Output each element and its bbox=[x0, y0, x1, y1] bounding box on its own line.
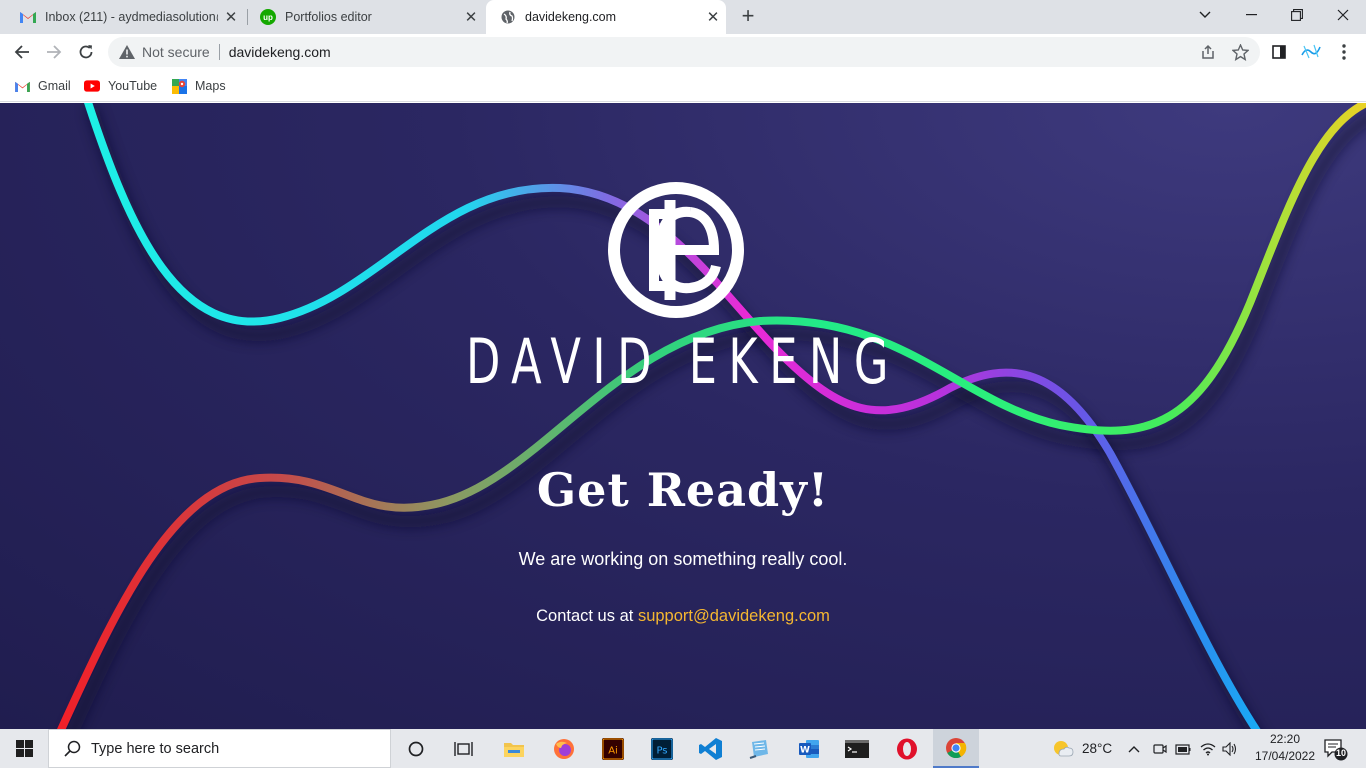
tagline: We are working on something really cool. bbox=[518, 549, 848, 569]
back-icon[interactable] bbox=[8, 38, 36, 66]
svg-text:Ps: Ps bbox=[656, 745, 667, 756]
volume-icon[interactable] bbox=[1222, 729, 1238, 768]
extension-icon[interactable] bbox=[1300, 41, 1322, 63]
task-view-icon[interactable] bbox=[441, 729, 487, 768]
weather-temperature: 28°C bbox=[1082, 741, 1113, 756]
terminal-icon[interactable] bbox=[834, 729, 880, 768]
bookmarks-bar: Gmail YouTube Maps bbox=[0, 70, 1366, 102]
contact-prefix: Contact us at bbox=[536, 607, 634, 625]
youtube-icon bbox=[84, 78, 100, 94]
minimize-icon[interactable] bbox=[1228, 0, 1274, 30]
share-icon[interactable] bbox=[1197, 41, 1219, 63]
illustrator-icon[interactable]: Ai bbox=[590, 729, 636, 768]
tab-portfolios-editor[interactable]: up Portfolios editor ✕ bbox=[246, 0, 484, 34]
bookmark-label: Gmail bbox=[38, 79, 71, 93]
tab-title: davidekeng.com bbox=[525, 10, 617, 24]
meet-now-icon[interactable] bbox=[1153, 729, 1167, 768]
new-tab-button[interactable]: + bbox=[736, 4, 760, 30]
url-divider bbox=[218, 44, 220, 60]
file-explorer-icon[interactable] bbox=[491, 729, 537, 768]
clock-date: 17/04/2022 bbox=[1254, 749, 1316, 763]
notification-center-icon[interactable]: 10 bbox=[1322, 737, 1348, 761]
search-placeholder: Type here to search bbox=[91, 740, 220, 757]
bookmark-youtube[interactable]: YouTube bbox=[84, 76, 157, 96]
close-tab-icon[interactable]: ✕ bbox=[700, 8, 726, 26]
notepad-icon[interactable] bbox=[736, 729, 782, 768]
globe-icon bbox=[500, 9, 516, 25]
chrome-icon[interactable] bbox=[933, 729, 979, 768]
photoshop-icon[interactable]: Ps bbox=[639, 729, 685, 768]
show-hidden-icons[interactable] bbox=[1128, 729, 1140, 768]
headline: Get Ready! bbox=[536, 463, 830, 517]
clock-time: 22:20 bbox=[1269, 732, 1301, 746]
contact-line: Contact us at support@davidekeng.com bbox=[0, 607, 1366, 626]
search-icon bbox=[63, 740, 81, 758]
gmail-icon bbox=[20, 9, 36, 25]
side-panel-icon[interactable] bbox=[1268, 41, 1290, 63]
firefox-icon[interactable] bbox=[541, 729, 587, 768]
close-tab-icon[interactable]: ✕ bbox=[218, 8, 244, 26]
tab-title: Inbox (211) - aydmediasolution@ bbox=[45, 10, 218, 24]
reload-icon[interactable] bbox=[72, 38, 100, 66]
bookmark-gmail[interactable]: Gmail bbox=[14, 76, 71, 96]
url-text[interactable]: davidekeng.com bbox=[229, 44, 331, 60]
brand-name: DAVID EKENG bbox=[466, 325, 900, 398]
word-icon[interactable]: W bbox=[786, 729, 832, 768]
warning-icon[interactable] bbox=[118, 45, 136, 59]
tab-davidekeng[interactable]: davidekeng.com ✕ bbox=[486, 0, 726, 34]
windows-taskbar: Type here to search Ai Ps W 28°C 22:20 1… bbox=[0, 729, 1366, 768]
bookmark-maps[interactable]: Maps bbox=[171, 76, 226, 96]
tab-title: Portfolios editor bbox=[285, 10, 372, 24]
notification-count: 10 bbox=[1335, 748, 1346, 758]
bookmark-label: YouTube bbox=[108, 79, 158, 93]
bookmark-star-icon[interactable] bbox=[1229, 41, 1251, 63]
taskbar-search-box[interactable]: Type here to search bbox=[48, 729, 391, 768]
forward-icon[interactable] bbox=[40, 38, 68, 66]
svg-text:W: W bbox=[800, 745, 810, 755]
security-label[interactable]: Not secure bbox=[142, 44, 210, 60]
gmail-icon bbox=[14, 78, 30, 94]
maps-icon bbox=[171, 78, 187, 94]
battery-icon[interactable] bbox=[1175, 729, 1191, 768]
close-tab-icon[interactable]: ✕ bbox=[458, 8, 484, 26]
landing-page: DAVID EKENG Get Ready! We are working on… bbox=[0, 103, 1366, 729]
weather-sun-icon bbox=[1052, 739, 1074, 759]
tab-gmail-inbox[interactable]: Inbox (211) - aydmediasolution@ ✕ bbox=[6, 0, 244, 34]
cortana-icon[interactable] bbox=[393, 729, 439, 768]
browser-toolbar: Not secure davidekeng.com bbox=[0, 34, 1366, 70]
address-bar[interactable]: Not secure davidekeng.com bbox=[108, 37, 1260, 67]
windows-start-icon[interactable] bbox=[0, 729, 48, 768]
system-clock[interactable]: 22:20 17/04/2022 bbox=[1252, 731, 1318, 765]
de-monogram-logo bbox=[608, 182, 744, 318]
tab-strip: Inbox (211) - aydmediasolution@ ✕ up Por… bbox=[0, 0, 1366, 34]
restore-icon[interactable] bbox=[1274, 0, 1320, 30]
upwork-icon: up bbox=[260, 9, 276, 25]
tab-search-icon[interactable] bbox=[1182, 0, 1228, 30]
contact-email-link[interactable]: support@davidekeng.com bbox=[638, 607, 830, 625]
wifi-icon[interactable] bbox=[1200, 729, 1216, 768]
menu-kebab-icon[interactable] bbox=[1333, 41, 1355, 63]
vscode-icon[interactable] bbox=[688, 729, 734, 768]
close-window-icon[interactable] bbox=[1320, 0, 1366, 30]
opera-icon[interactable] bbox=[884, 729, 930, 768]
weather-widget[interactable]: 28°C bbox=[1052, 729, 1112, 768]
svg-text:Ai: Ai bbox=[608, 745, 618, 756]
bookmark-label: Maps bbox=[195, 79, 226, 93]
